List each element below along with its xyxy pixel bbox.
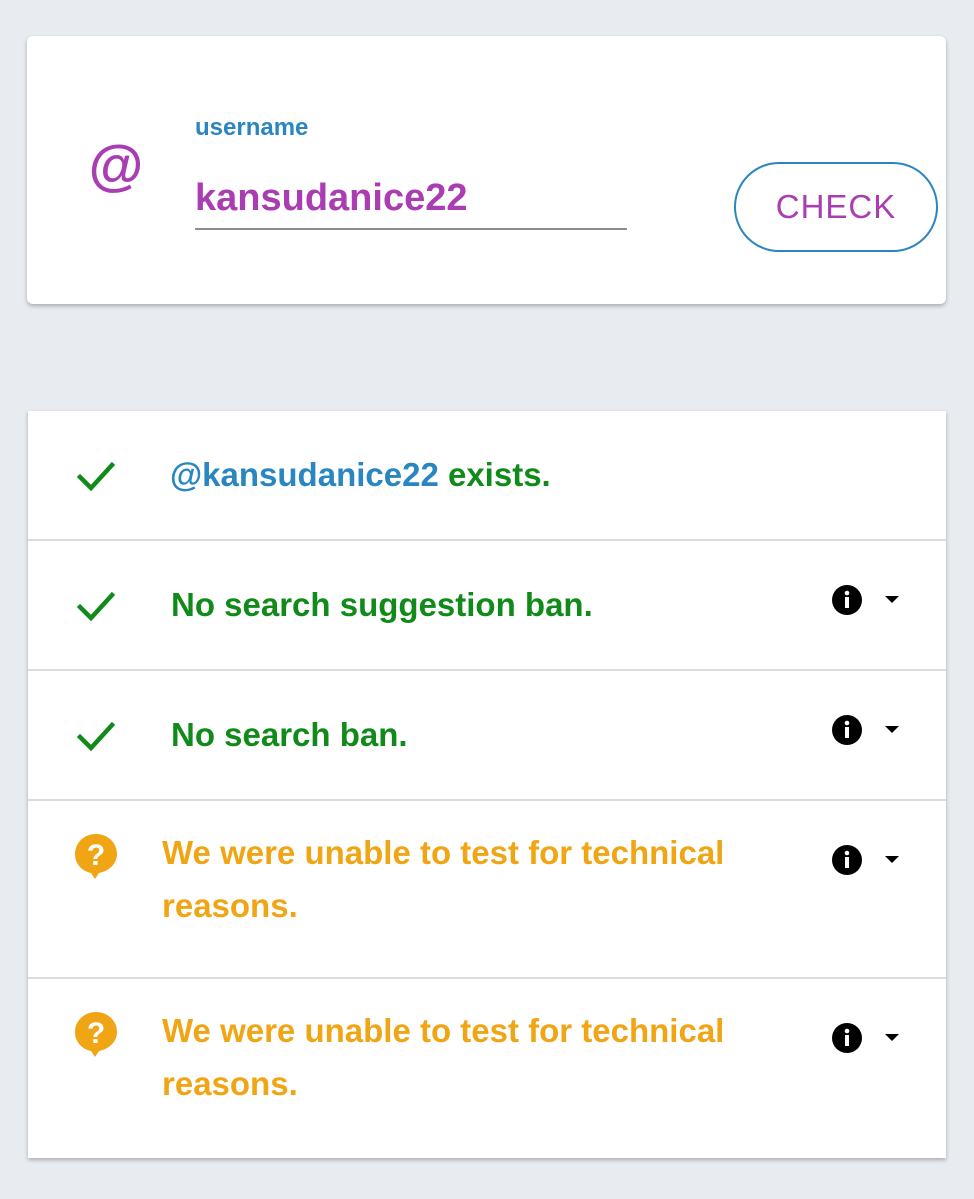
question-bubble-icon: ? <box>75 834 117 879</box>
results-card: @kansudanice22 exists. No search suggest… <box>28 411 946 1158</box>
result-row-ghost-ban[interactable]: ? We were unable to test for technical r… <box>28 801 946 979</box>
check-button[interactable]: CHECK <box>734 162 938 252</box>
info-icon[interactable] <box>831 1022 863 1054</box>
chevron-down-icon[interactable] <box>884 855 900 865</box>
check-icon <box>76 721 116 752</box>
at-sign-icon: @ <box>87 134 143 197</box>
username-search-card: username CHECK <box>27 36 946 304</box>
result-text: No search suggestion ban. <box>171 586 593 623</box>
result-row-exists: @kansudanice22 exists. <box>28 411 946 541</box>
question-bubble-icon: ? <box>75 1012 117 1057</box>
username-handle: @kansudanice22 <box>170 456 439 493</box>
chevron-down-icon[interactable] <box>884 595 900 605</box>
info-icon[interactable] <box>831 844 863 876</box>
chevron-down-icon[interactable] <box>884 1033 900 1043</box>
svg-text:?: ? <box>87 1017 105 1050</box>
svg-text:?: ? <box>87 839 105 872</box>
check-icon <box>76 461 116 492</box>
result-row-suggestion-ban[interactable]: No search suggestion ban. <box>28 541 946 671</box>
result-row-search-ban[interactable]: No search ban. <box>28 671 946 801</box>
result-text: We were unable to test for technical rea… <box>162 1012 725 1102</box>
username-label: username <box>195 114 309 141</box>
check-icon <box>76 591 116 622</box>
result-text: @kansudanice22 exists. <box>170 456 551 493</box>
result-text: No search ban. <box>171 716 408 753</box>
info-icon[interactable] <box>831 584 863 616</box>
chevron-down-icon[interactable] <box>884 725 900 735</box>
info-icon[interactable] <box>831 714 863 746</box>
result-row-reply-deboosting[interactable]: ? We were unable to test for technical r… <box>28 979 946 1158</box>
result-text: We were unable to test for technical rea… <box>162 834 725 924</box>
username-input[interactable] <box>195 168 627 230</box>
